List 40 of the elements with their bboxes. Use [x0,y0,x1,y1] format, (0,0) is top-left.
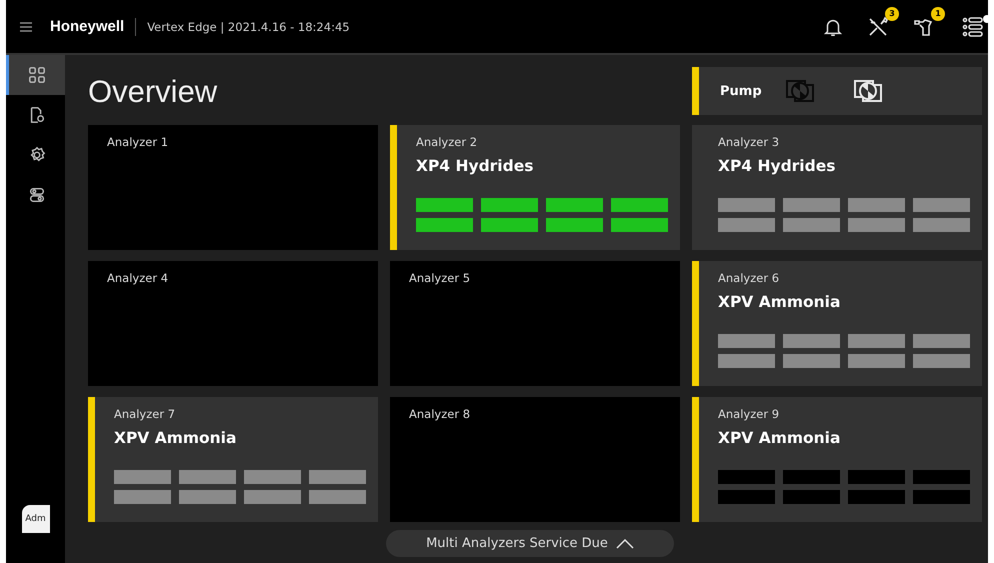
analyzer-label: Analyzer 7 [114,407,176,421]
analyzer-label: Analyzer 3 [718,135,780,149]
caret-up-icon [616,538,634,548]
user-avatar[interactable]: Adm [22,505,50,533]
analyzer-card[interactable]: Analyzer 3 XP4 Hydrides [692,125,982,250]
analyzer-card[interactable]: Analyzer 4 [88,261,378,386]
analyzer-card[interactable]: Analyzer 2 XP4 Hydrides [390,125,680,250]
sidebar-item[interactable] [6,55,65,95]
settings-icon [28,146,46,164]
analyzer-label: Analyzer 5 [409,271,472,285]
page-title: Overview [88,74,218,110]
pump-label: Pump [720,84,762,98]
analyzer-card[interactable]: Analyzer 1 [88,125,378,250]
analyzer-label: Analyzer 1 [107,135,170,149]
pump-icon[interactable] [852,79,884,103]
analyzer-name: XP4 Hydrides [416,157,534,175]
analyzer-card[interactable]: Analyzer 7 XPV Ammonia [88,397,378,522]
status-bar [692,67,699,115]
menu-icon[interactable] [20,22,32,32]
document-icon [28,106,46,124]
analyzer-card[interactable]: Analyzer 5 [390,261,680,386]
analyzer-card[interactable]: Analyzer 9 XPV Ammonia [692,397,982,522]
header-title: Vertex Edge | 2021.4.16 - 18:24:45 [147,20,350,34]
brand-logo: Honeywell [50,18,124,35]
analyzer-label: Analyzer 2 [416,135,478,149]
analyzer-name: XP4 Hydrides [718,157,836,175]
analyzer-label: Analyzer 8 [409,407,472,421]
toggle-icon [28,186,46,204]
grid-icon [28,66,46,84]
service-due-button[interactable]: Multi Analyzers Service Due [386,530,674,557]
analyzer-label: Analyzer 9 [718,407,780,421]
analyzer-card[interactable]: Analyzer 6 XPV Ammonia [692,261,982,386]
analyzer-card[interactable]: Analyzer 8 [390,397,680,522]
analyzer-label: Analyzer 4 [107,271,170,285]
analyzer-name: XPV Ammonia [114,429,238,447]
count-badge: 1 [931,6,945,20]
analyzer-name: XPV Ammonia [718,429,842,447]
analyzer-name: XPV Ammonia [718,293,842,311]
count-badge: 3 [885,6,899,20]
analyzer-label: Analyzer 6 [718,271,780,285]
